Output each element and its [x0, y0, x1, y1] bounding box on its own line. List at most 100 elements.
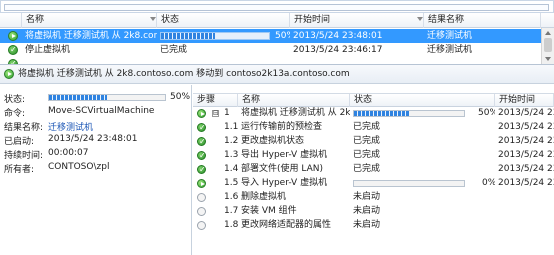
completed-icon — [197, 121, 206, 134]
owner-value: CONTOSO\zpl — [48, 162, 110, 172]
step-name: 更改网络适配器的属性 — [241, 220, 332, 230]
not-started-icon — [197, 207, 206, 216]
job-start-time: 2013/5/24 23:46:17 — [293, 45, 383, 55]
toolbar-strip — [0, 0, 554, 13]
step-start-time: 2013/5/24 23:48:01 — [498, 108, 554, 118]
jobs-scrollbar[interactable] — [541, 28, 554, 64]
running-icon — [8, 31, 18, 41]
step-number: 1 — [224, 108, 230, 118]
step-number: 1.8 — [224, 220, 238, 230]
result-name-label: 结果名称: — [4, 123, 44, 133]
step-number: 1.3 — [224, 150, 238, 160]
step-start-time: 2013/5/24 23:48:02 — [498, 136, 554, 146]
running-icon — [197, 179, 206, 188]
step-number: 1.6 — [224, 192, 238, 202]
step-number: 1.4 — [224, 164, 238, 174]
command-label: 命令: — [4, 109, 26, 119]
step-number: 1.1 — [224, 122, 238, 132]
not-started-icon — [197, 193, 206, 202]
step-row[interactable]: 1.1 运行传输前的预检查 已完成 2013/5/24 23:48:01 — [193, 121, 554, 134]
duration-value: 00:00:07 — [48, 148, 89, 158]
column-header-step-name[interactable]: 名称 — [238, 94, 350, 107]
job-name: 停止虚拟机 — [25, 45, 71, 55]
sort-descending-icon — [417, 17, 423, 21]
job-row-partial[interactable] — [0, 57, 554, 64]
step-name: 更改虚拟机状态 — [241, 136, 305, 146]
step-row[interactable]: ⊟ 1 将虚拟机 迁移测试机 从 2k8.co... 50% 2013/5/24… — [193, 107, 554, 120]
completed-icon — [197, 163, 206, 176]
filter-box[interactable] — [4, 4, 549, 11]
job-row-selected[interactable]: 将虚拟机 迁移测试机 从 2k8.contoso.... 50% 2013/5/… — [0, 29, 554, 43]
scroll-up-arrow-icon[interactable] — [545, 31, 551, 35]
step-number: 1.2 — [224, 136, 238, 146]
running-icon — [197, 109, 206, 118]
step-status: 已完成 — [353, 164, 381, 174]
step-start-time: 2013/5/24 23:48:03 — [498, 164, 554, 174]
column-header-step-status[interactable]: 状态 — [350, 94, 495, 107]
completed-icon — [197, 149, 206, 162]
step-status: 未启动 — [353, 206, 381, 216]
step-name: 导入 Hyper-V 虚拟机 — [241, 178, 328, 188]
completed-icon — [197, 135, 206, 148]
job-status: 已完成 — [160, 45, 188, 55]
job-row[interactable]: 停止虚拟机 已完成 2013/5/24 23:46:17 迁移测试机 — [0, 43, 554, 57]
jobs-list-header: 名称 状态 开始时间 结果名称 — [0, 13, 554, 28]
step-start-time: 2013/5/24 23:48:11 — [498, 178, 554, 188]
result-name-link[interactable]: 迁移测试机 — [48, 120, 93, 133]
column-header-start-time[interactable]: 开始时间 — [290, 13, 424, 28]
step-number: 1.7 — [224, 206, 238, 216]
step-row[interactable]: 1.8 更改网络适配器的属性 未启动 — [193, 219, 554, 232]
job-start-time: 2013/5/24 23:48:01 — [293, 31, 383, 41]
step-start-time: 2013/5/24 23:48:02 — [498, 150, 554, 160]
step-row[interactable]: 1.3 导出 Hyper-V 虚拟机 已完成 2013/5/24 23:48:0… — [193, 149, 554, 162]
collapse-icon[interactable]: ⊟ — [212, 110, 219, 117]
step-name: 运行传输前的预检查 — [241, 122, 323, 132]
step-row[interactable]: 1.7 安装 VM 组件 未启动 — [193, 205, 554, 218]
job-progress-text: 50% — [275, 31, 290, 41]
started-value: 2013/5/24 23:48:01 — [48, 134, 138, 144]
panel-divider[interactable] — [191, 85, 192, 255]
completed-icon — [8, 43, 18, 57]
column-header-step-start-time[interactable]: 开始时间 — [495, 94, 554, 107]
step-progress-bar — [353, 180, 465, 187]
sort-descending-icon — [150, 17, 156, 21]
step-progress-bar — [353, 110, 465, 117]
column-header-result-name[interactable]: 结果名称 — [424, 13, 541, 28]
step-progress-text: 50% — [478, 108, 495, 118]
step-status: 已完成 — [353, 150, 381, 160]
running-icon — [4, 69, 14, 79]
owner-label: 所有者: — [4, 165, 35, 175]
job-status-progress-text: 50% — [170, 92, 191, 102]
step-name: 安装 VM 组件 — [241, 206, 297, 216]
scroll-thumb[interactable] — [544, 38, 552, 52]
steps-header: 步骤 名称 状态 开始时间 — [193, 93, 554, 107]
job-result-name: 迁移测试机 — [427, 31, 473, 41]
job-result-name: 迁移测试机 — [427, 45, 473, 55]
column-header-step[interactable]: 步骤 — [193, 94, 238, 107]
step-row[interactable]: 1.5 导入 Hyper-V 虚拟机 0% 2013/5/24 23:48:11 — [193, 177, 554, 190]
step-row[interactable]: 1.6 删除虚拟机 未启动 — [193, 191, 554, 204]
job-details-title-text: 将虚拟机 迁移测试机 从 2k8.contoso.com 移动到 contoso… — [18, 69, 350, 79]
job-details-title: 将虚拟机 迁移测试机 从 2k8.contoso.com 移动到 contoso… — [0, 64, 554, 84]
step-status: 已完成 — [353, 122, 381, 132]
step-status: 未启动 — [353, 192, 381, 202]
step-row[interactable]: 1.4 部署文件(使用 LAN) 已完成 2013/5/24 23:48:03 — [193, 163, 554, 176]
icon-column-header[interactable] — [0, 13, 22, 28]
status-label: 状态: — [4, 95, 26, 105]
step-start-time: 2013/5/24 23:48:01 — [498, 122, 554, 132]
step-status: 已完成 — [353, 136, 381, 146]
step-name: 删除虚拟机 — [241, 192, 287, 202]
step-row[interactable]: 1.2 更改虚拟机状态 已完成 2013/5/24 23:48:02 — [193, 135, 554, 148]
job-name: 将虚拟机 迁移测试机 从 2k8.contoso.... — [25, 31, 157, 41]
scroll-down-arrow-icon[interactable] — [545, 57, 551, 61]
job-status-progress-bar — [48, 94, 166, 101]
step-number: 1.5 — [224, 178, 238, 188]
job-progress-bar — [160, 32, 270, 40]
step-name: 将虚拟机 迁移测试机 从 2k8.co... — [241, 108, 350, 118]
column-header-name[interactable]: 名称 — [22, 13, 157, 28]
step-name: 部署文件(使用 LAN) — [241, 164, 323, 174]
not-started-icon — [197, 221, 206, 230]
step-status: 未启动 — [353, 220, 381, 230]
column-header-status[interactable]: 状态 — [157, 13, 290, 28]
started-label: 已启动: — [4, 137, 35, 147]
